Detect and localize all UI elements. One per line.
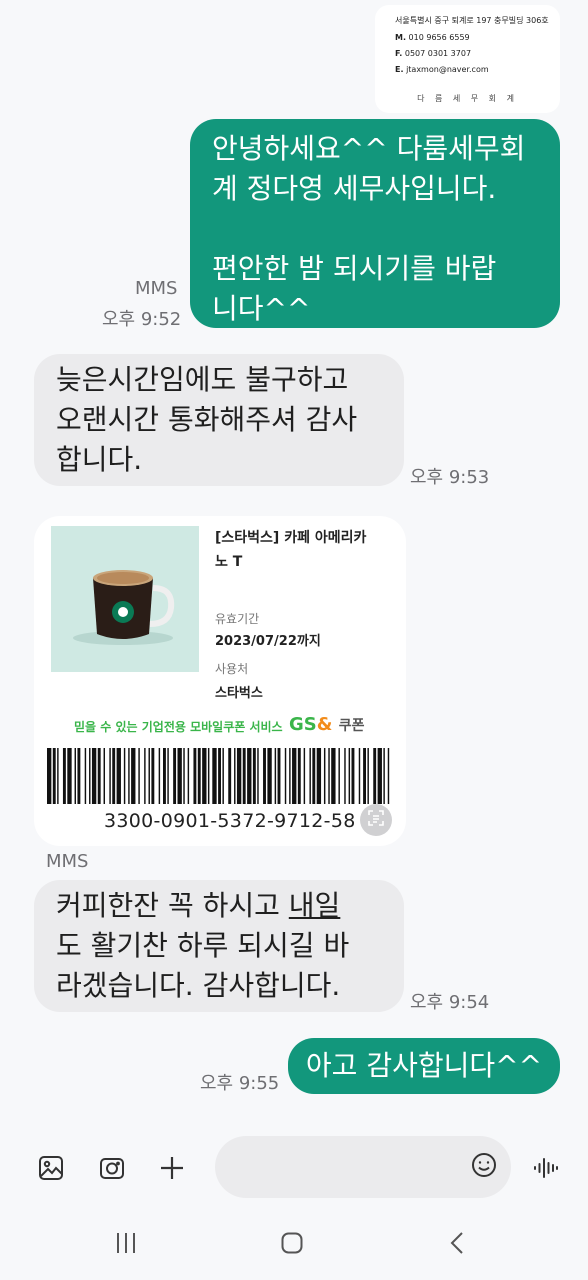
- message-bubble-incoming[interactable]: 커피한잔 꼭 하시고 내일 도 활기찬 하루 되시길 바 라겠습니다. 감사합니…: [34, 880, 404, 1012]
- gs-coupon-logo: GS& 쿠폰: [289, 714, 365, 735]
- message-text: 오랜시간 통화해주셔 감사: [56, 403, 358, 436]
- coupon-validity-value: 2023/07/22까지: [215, 634, 321, 649]
- message-input[interactable]: [215, 1136, 511, 1198]
- coffee-cup-image: [51, 526, 199, 672]
- card-fax: F. 0507 0301 3707: [395, 49, 472, 58]
- message-text: 라겠습니다. 감사합니다.: [56, 969, 341, 1002]
- emoji-icon: [470, 1151, 498, 1183]
- camera-icon: [98, 1154, 126, 1186]
- home-icon: [280, 1231, 304, 1259]
- message-text: 편안한 밤 되시기를 바랍: [212, 252, 497, 285]
- message-time: 오후 9:52: [102, 309, 182, 330]
- coupon-validity-label: 유효기간: [215, 612, 260, 626]
- business-card-image[interactable]: 서울특별시 중구 퇴계로 197 충무빌딩 306호 M. 010 9656 6…: [375, 5, 560, 113]
- plus-icon: [158, 1154, 186, 1186]
- message-text: 안녕하세요^^ 다룸세무회: [212, 132, 526, 165]
- card-mobile: M. 010 9656 6559: [395, 33, 470, 42]
- message-text: 도 활기찬 하루 되시길 바: [56, 929, 350, 962]
- message-time: 오후 9:54: [410, 992, 490, 1013]
- scan-icon: [367, 809, 385, 831]
- message-input-text[interactable]: [215, 1136, 455, 1198]
- message-time: 오후 9:55: [200, 1073, 280, 1094]
- message-text: 계 정다영 세무사입니다.: [212, 172, 497, 205]
- recents-button[interactable]: [106, 1225, 146, 1265]
- message-type-label: MMS: [135, 278, 178, 299]
- add-button[interactable]: [152, 1150, 192, 1190]
- message-text: 커피한잔 꼭 하시고 내일: [56, 889, 341, 922]
- message-bubble-incoming[interactable]: 늦은시간임에도 불구하고 오랜시간 통화해주셔 감사 합니다.: [34, 354, 404, 486]
- coupon-service-text: 믿을 수 있는 기업전용 모바일쿠폰 서비스: [74, 720, 283, 734]
- message-text: 합니다.: [56, 443, 143, 476]
- voice-icon: [532, 1154, 560, 1186]
- message-text: 늦은시간임에도 불구하고: [56, 363, 349, 396]
- camera-button[interactable]: [92, 1150, 132, 1190]
- image-icon: [37, 1154, 65, 1186]
- back-button[interactable]: [438, 1225, 478, 1265]
- card-firm-name: 다 름 세 무 회 계: [417, 94, 518, 103]
- coupon-title: [스타벅스] 카페 아메리카 노 T: [215, 530, 367, 570]
- card-email: E. jtaxmon@naver.com: [395, 65, 489, 74]
- recents-icon: [114, 1231, 138, 1259]
- text-scan-button[interactable]: [360, 804, 392, 836]
- emoji-button[interactable]: [464, 1147, 504, 1187]
- barcode-number: 3300-0901-5372-9712-58: [104, 810, 356, 832]
- message-type-label: MMS: [46, 851, 89, 872]
- home-button[interactable]: [272, 1225, 312, 1265]
- message-bubble-outgoing[interactable]: 아고 감사합니다^^: [288, 1038, 560, 1094]
- coupon-store-label: 사용처: [215, 662, 249, 676]
- card-address: 서울특별시 중구 퇴계로 197 충무빌딩 306호: [395, 16, 549, 25]
- message-time: 오후 9:53: [410, 467, 490, 488]
- back-icon: [446, 1231, 470, 1259]
- voice-button[interactable]: [526, 1150, 566, 1190]
- message-text: 니다^^: [212, 292, 311, 325]
- coupon-image[interactable]: [스타벅스] 카페 아메리카 노 T 유효기간 2023/07/22까지 사용처…: [34, 516, 406, 846]
- barcode: [47, 748, 390, 804]
- message-text: 아고 감사합니다^^: [305, 1049, 543, 1082]
- coupon-store-value: 스타벅스: [215, 686, 263, 701]
- gallery-button[interactable]: [31, 1150, 71, 1190]
- date-link[interactable]: 내일: [289, 889, 341, 922]
- message-bubble-outgoing[interactable]: 안녕하세요^^ 다룸세무회 계 정다영 세무사입니다. 편안한 밤 되시기를 바…: [190, 119, 560, 328]
